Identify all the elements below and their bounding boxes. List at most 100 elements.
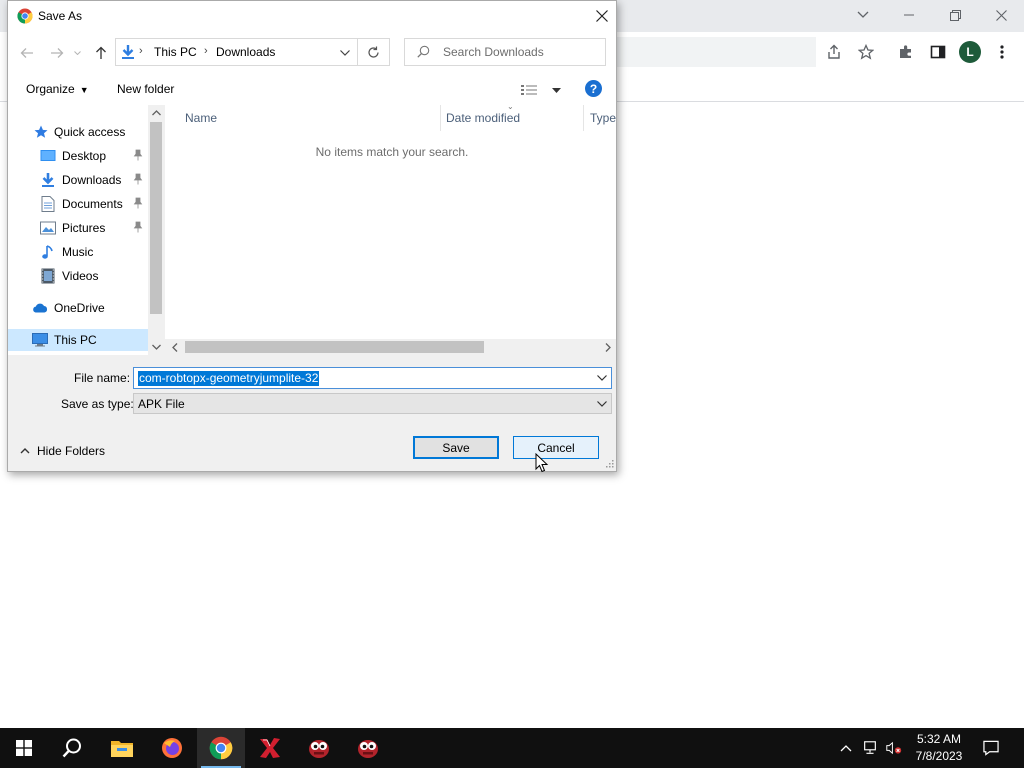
breadcrumb-downloads[interactable]: Downloads <box>216 45 275 59</box>
nav-item-label: OneDrive <box>54 301 105 315</box>
column-divider[interactable] <box>583 105 584 131</box>
breadcrumb-this-pc[interactable]: This PC <box>154 45 197 59</box>
back-button[interactable] <box>18 44 36 62</box>
taskbar-clock[interactable]: 5:32 AM 7/8/2023 <box>912 731 966 765</box>
new-folder-button[interactable]: New folder <box>117 82 174 96</box>
chevron-down-icon <box>857 11 869 18</box>
nav-item-music[interactable]: Music <box>8 241 148 263</box>
help-button[interactable]: ? <box>585 80 602 97</box>
pin-icon <box>133 221 143 233</box>
taskbar-chrome[interactable] <box>197 728 245 768</box>
chrome-menu-button[interactable] <box>990 40 1014 64</box>
bookmark-button[interactable] <box>854 40 878 64</box>
taskbar-search-button[interactable] <box>48 728 96 768</box>
dialog-titlebar: Save As <box>8 1 616 31</box>
chevron-down-icon <box>597 375 607 381</box>
chevron-right-icon[interactable]: › <box>204 45 208 57</box>
network-icon <box>864 741 876 754</box>
scroll-left-button[interactable] <box>167 339 183 355</box>
chevron-right-icon <box>605 342 611 352</box>
scroll-up-button[interactable] <box>148 105 164 121</box>
dialog-close-button[interactable] <box>592 6 612 26</box>
taskbar-game-app[interactable] <box>295 728 343 768</box>
file-name-dropdown[interactable] <box>595 371 609 385</box>
game-icon-2 <box>358 740 378 758</box>
taskbar-file-explorer[interactable] <box>98 728 146 768</box>
nav-item-this-pc[interactable]: This PC <box>8 329 148 351</box>
file-name-value[interactable]: com-robtopx-geometryjumplite-32 <box>138 371 320 386</box>
refresh-button[interactable] <box>358 38 390 66</box>
share-button[interactable] <box>822 40 846 64</box>
start-button[interactable] <box>0 728 48 768</box>
profile-avatar[interactable]: L <box>959 41 981 63</box>
refresh-icon <box>368 46 379 58</box>
command-bar: Organize ▼ New folder ? <box>8 75 616 105</box>
resize-grip-icon[interactable] <box>604 460 614 470</box>
scrollbar-thumb[interactable] <box>150 122 162 314</box>
taskbar-firefox[interactable] <box>148 728 196 768</box>
change-view-button[interactable] <box>521 81 561 99</box>
address-dropdown-button[interactable] <box>335 44 355 62</box>
organize-menu-button[interactable]: Organize ▼ <box>26 82 89 96</box>
file-list-hscrollbar[interactable] <box>165 339 616 355</box>
tab-search-button[interactable] <box>840 0 886 30</box>
minimize-button[interactable] <box>886 0 932 30</box>
cancel-button[interactable]: Cancel <box>513 436 599 459</box>
taskbar-game-app-2[interactable] <box>344 728 392 768</box>
chevron-left-icon <box>172 342 178 352</box>
taskbar-app-x[interactable] <box>246 728 294 768</box>
volume-button[interactable] <box>886 740 902 756</box>
desktop-folder-icon <box>40 148 56 164</box>
more-vertical-icon <box>1000 45 1004 59</box>
chevron-right-icon[interactable]: › <box>139 45 143 57</box>
help-icon: ? <box>589 81 598 96</box>
restore-button[interactable] <box>932 0 978 30</box>
show-hidden-icons-button[interactable] <box>838 740 854 756</box>
column-header-date-modified[interactable]: Date modified <box>446 111 520 125</box>
network-button[interactable] <box>862 740 878 756</box>
nav-item-onedrive[interactable]: OneDrive <box>8 297 148 319</box>
videos-folder-icon <box>40 268 56 284</box>
scrollbar-thumb[interactable] <box>185 341 484 353</box>
search-input[interactable] <box>443 44 601 60</box>
pin-icon <box>133 149 143 161</box>
recent-locations-button[interactable] <box>72 44 82 62</box>
search-box[interactable] <box>404 38 606 66</box>
nav-item-pictures[interactable]: Pictures <box>8 217 148 239</box>
column-header-type[interactable]: Type <box>590 111 616 125</box>
file-explorer-icon <box>111 741 133 757</box>
save-button[interactable]: Save <box>413 436 499 459</box>
column-divider[interactable] <box>440 105 441 131</box>
downloads-folder-icon <box>40 172 56 188</box>
caret-down-icon: ▼ <box>79 85 89 95</box>
nav-item-videos[interactable]: Videos <box>8 265 148 287</box>
arrow-right-icon <box>51 48 64 58</box>
documents-folder-icon <box>40 196 56 212</box>
scroll-right-button[interactable] <box>600 339 616 355</box>
notifications-button[interactable] <box>983 740 999 756</box>
extensions-button[interactable] <box>894 40 918 64</box>
close-browser-button[interactable] <box>978 0 1024 30</box>
save-as-type-select[interactable]: APK File <box>133 393 612 414</box>
star-icon <box>33 124 49 140</box>
scroll-down-button[interactable] <box>148 339 164 355</box>
nav-item-downloads[interactable]: Downloads <box>8 169 148 191</box>
save-as-dialog: Save As › This PC › Downloads Search Dow… <box>7 0 617 472</box>
forward-button[interactable] <box>48 44 66 62</box>
address-box[interactable]: › This PC › Downloads <box>115 38 358 66</box>
nav-item-documents[interactable]: Documents <box>8 193 148 215</box>
share-icon <box>828 44 840 59</box>
pictures-folder-icon <box>40 220 56 236</box>
nav-item-desktop[interactable]: Desktop <box>8 145 148 167</box>
navigation-scrollbar[interactable] <box>148 105 164 355</box>
save-as-type-dropdown[interactable] <box>595 397 609 411</box>
nav-item-label: Quick access <box>54 125 126 139</box>
column-header-name[interactable]: Name <box>185 111 217 125</box>
nav-item-quick-access[interactable]: Quick access <box>8 121 148 143</box>
nav-item-label: Pictures <box>62 221 106 235</box>
up-button[interactable] <box>92 44 110 62</box>
side-panel-button[interactable] <box>926 40 950 64</box>
hide-folders-button[interactable]: Hide Folders <box>20 443 105 459</box>
empty-list-message: No items match your search. <box>315 145 469 159</box>
file-name-field[interactable]: com-robtopx-geometryjumplite-32 <box>133 367 612 389</box>
